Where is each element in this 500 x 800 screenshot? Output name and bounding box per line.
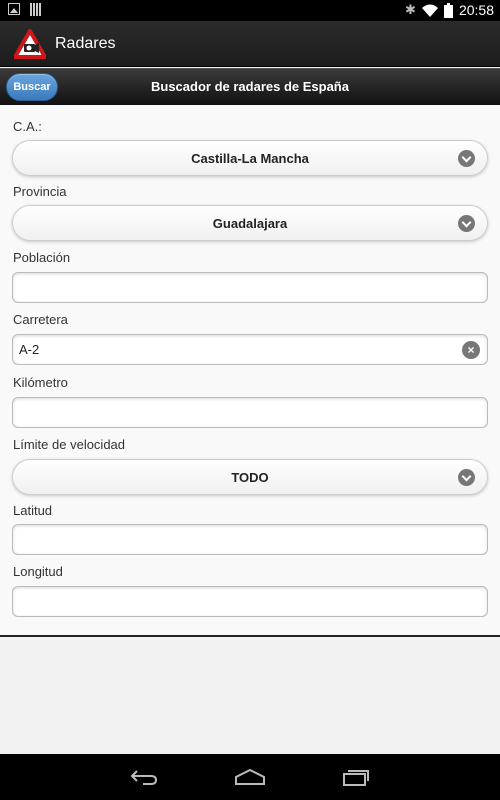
battery-icon: [443, 2, 453, 18]
chevron-down-icon: [458, 469, 475, 486]
kilometro-label: Kilómetro: [13, 375, 68, 390]
clear-icon[interactable]: ×: [462, 341, 480, 359]
carretera-input[interactable]: A-2 ×: [12, 334, 488, 365]
provincia-value: Guadalajara: [212, 215, 288, 231]
poblacion-input[interactable]: [12, 272, 488, 303]
limite-value: TODO: [231, 469, 269, 485]
kilometro-input[interactable]: [12, 397, 488, 428]
action-bar: Radares: [0, 21, 500, 67]
limite-label: Límite de velocidad: [13, 437, 126, 452]
bluetooth-icon: ✱: [405, 2, 416, 17]
app-title: Radares: [55, 35, 116, 52]
back-icon[interactable]: [124, 762, 164, 792]
provincia-label: Provincia: [13, 184, 67, 199]
image-icon: [8, 3, 20, 15]
page-title: Buscador de radares de España: [151, 79, 349, 94]
chevron-down-icon: [458, 150, 475, 167]
chevron-down-icon: [458, 215, 475, 232]
ca-label: C.A.:: [13, 119, 42, 134]
limite-select[interactable]: TODO: [12, 459, 488, 495]
signal-bars-icon: [30, 3, 41, 16]
header-bar: Buscar Buscador de radares de España: [0, 68, 500, 105]
carretera-label: Carretera: [13, 312, 68, 327]
navigation-bar: [0, 754, 500, 800]
latitud-input[interactable]: [12, 524, 488, 555]
radar-warning-icon: [14, 29, 46, 59]
recent-apps-icon[interactable]: [336, 762, 376, 792]
wifi-icon: [421, 4, 438, 17]
ca-value: Castilla-La Mancha: [191, 150, 309, 166]
carretera-value: A-2: [19, 342, 40, 357]
longitud-label: Longitud: [13, 564, 63, 579]
ca-select[interactable]: Castilla-La Mancha: [12, 140, 488, 176]
home-icon[interactable]: [230, 762, 270, 792]
poblacion-label: Población: [13, 250, 71, 265]
search-form: C.A.: Castilla-La Mancha Provincia Guada…: [0, 105, 500, 637]
empty-area: [0, 637, 500, 754]
status-time: 20:58: [458, 2, 494, 18]
latitud-label: Latitud: [13, 503, 53, 518]
provincia-select[interactable]: Guadalajara: [12, 205, 488, 241]
status-bar: ✱ 20:58: [0, 0, 500, 21]
longitud-input[interactable]: [12, 586, 488, 617]
